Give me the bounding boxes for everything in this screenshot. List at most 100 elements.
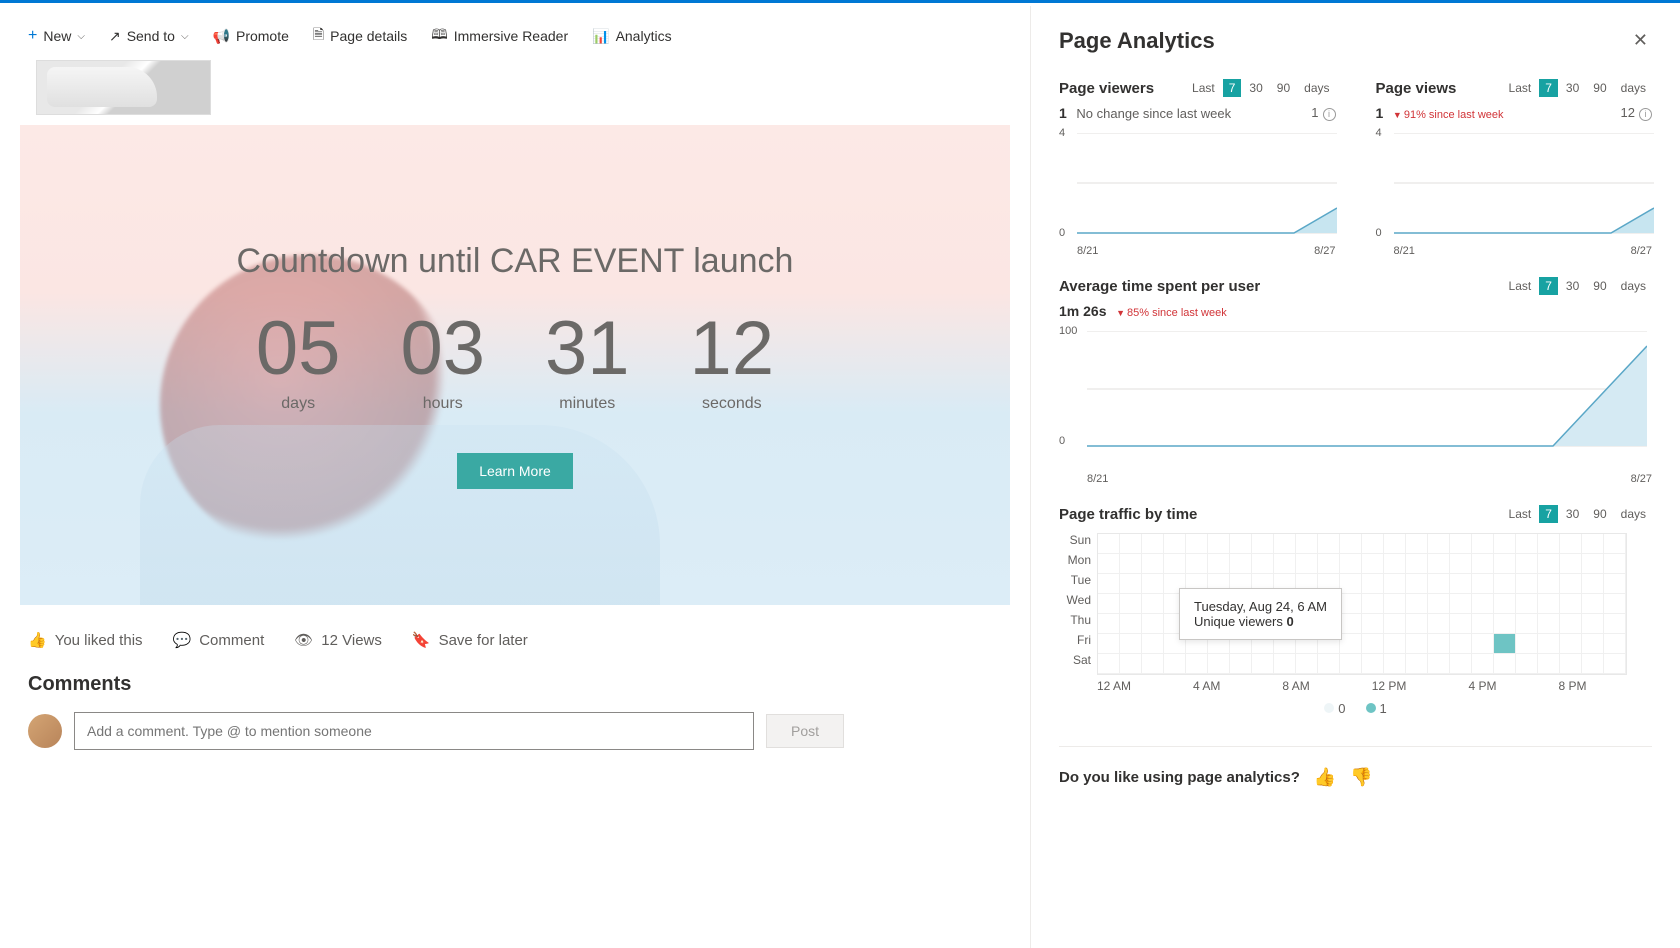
- heatmap-cell[interactable]: [1340, 654, 1362, 674]
- heatmap-cell[interactable]: [1582, 574, 1604, 594]
- heatmap-cell[interactable]: [1340, 534, 1362, 554]
- heatmap-cell[interactable]: [1362, 534, 1384, 554]
- heatmap-cell[interactable]: [1186, 654, 1208, 674]
- heatmap-cell[interactable]: [1428, 594, 1450, 614]
- thumbs-down-icon[interactable]: 👎: [1350, 767, 1372, 788]
- heatmap-cell[interactable]: [1362, 554, 1384, 574]
- comment-button[interactable]: 💬 Comment: [173, 631, 265, 649]
- heatmap-cell[interactable]: [1538, 634, 1560, 654]
- heatmap-cell[interactable]: [1120, 614, 1142, 634]
- heatmap-cell[interactable]: [1340, 554, 1362, 574]
- range-30[interactable]: 30: [1560, 277, 1585, 295]
- heatmap-cell[interactable]: [1142, 574, 1164, 594]
- heatmap-cell[interactable]: [1604, 534, 1626, 554]
- range-30[interactable]: 30: [1560, 505, 1585, 523]
- range-30[interactable]: 30: [1243, 79, 1268, 97]
- heatmap-cell[interactable]: [1582, 614, 1604, 634]
- heatmap-cell[interactable]: [1516, 634, 1538, 654]
- car-thumbnail[interactable]: [36, 60, 211, 115]
- heatmap-cell[interactable]: [1186, 554, 1208, 574]
- heatmap-cell[interactable]: [1494, 654, 1516, 674]
- heatmap-cell[interactable]: [1142, 594, 1164, 614]
- heatmap-cell[interactable]: [1494, 554, 1516, 574]
- heatmap-cell[interactable]: [1516, 574, 1538, 594]
- heatmap-cell[interactable]: [1186, 534, 1208, 554]
- heatmap-cell[interactable]: [1362, 594, 1384, 614]
- heatmap-cell[interactable]: [1362, 574, 1384, 594]
- heatmap-cell[interactable]: [1142, 634, 1164, 654]
- heatmap-cell[interactable]: [1098, 534, 1120, 554]
- page-details-button[interactable]: 🗎 Page details: [313, 24, 407, 48]
- info-icon[interactable]: i: [1323, 108, 1336, 121]
- heatmap-cell[interactable]: [1406, 534, 1428, 554]
- heatmap-cell[interactable]: [1538, 534, 1560, 554]
- learn-more-button[interactable]: Learn More: [457, 453, 573, 489]
- heatmap-cell[interactable]: [1582, 594, 1604, 614]
- heatmap-cell[interactable]: [1472, 614, 1494, 634]
- heatmap-cell[interactable]: [1384, 594, 1406, 614]
- send-to-button[interactable]: ↗ Send to ⌵: [109, 28, 189, 45]
- heatmap-cell[interactable]: [1098, 614, 1120, 634]
- heatmap-cell[interactable]: [1120, 554, 1142, 574]
- heatmap-cell[interactable]: [1406, 654, 1428, 674]
- heatmap-cell[interactable]: [1340, 574, 1362, 594]
- thumbs-up-icon[interactable]: 👍: [1314, 767, 1336, 788]
- heatmap-cell[interactable]: [1362, 634, 1384, 654]
- heatmap-cell[interactable]: [1318, 554, 1340, 574]
- heatmap-cell[interactable]: [1252, 654, 1274, 674]
- heatmap-cell[interactable]: [1318, 534, 1340, 554]
- heatmap-cell[interactable]: [1098, 634, 1120, 654]
- heatmap-cell[interactable]: [1582, 534, 1604, 554]
- heatmap-cell[interactable]: [1472, 574, 1494, 594]
- heatmap-cell[interactable]: [1560, 654, 1582, 674]
- heatmap-cell[interactable]: [1120, 534, 1142, 554]
- heatmap-cell[interactable]: [1494, 634, 1516, 654]
- heatmap-cell[interactable]: [1494, 594, 1516, 614]
- heatmap-cell[interactable]: [1098, 654, 1120, 674]
- heatmap-cell[interactable]: [1340, 634, 1362, 654]
- heatmap-cell[interactable]: [1538, 594, 1560, 614]
- heatmap-cell[interactable]: [1098, 594, 1120, 614]
- range-90[interactable]: 90: [1587, 79, 1612, 97]
- heatmap-cell[interactable]: [1252, 534, 1274, 554]
- heatmap-cell[interactable]: [1340, 614, 1362, 634]
- heatmap-cell[interactable]: [1428, 534, 1450, 554]
- heatmap-cell[interactable]: [1604, 634, 1626, 654]
- heatmap-cell[interactable]: [1604, 594, 1626, 614]
- heatmap-cell[interactable]: [1428, 574, 1450, 594]
- range-7[interactable]: 7: [1223, 79, 1242, 97]
- range-7[interactable]: 7: [1539, 79, 1558, 97]
- immersive-reader-button[interactable]: 🕮 Immersive Reader: [431, 24, 568, 48]
- heatmap-cell[interactable]: [1428, 634, 1450, 654]
- heatmap-cell[interactable]: [1406, 554, 1428, 574]
- heatmap-cell[interactable]: [1120, 634, 1142, 654]
- range-7[interactable]: 7: [1539, 277, 1558, 295]
- heatmap-cell[interactable]: [1604, 654, 1626, 674]
- heatmap-cell[interactable]: [1450, 594, 1472, 614]
- heatmap-cell[interactable]: [1274, 554, 1296, 574]
- heatmap-cell[interactable]: [1560, 634, 1582, 654]
- heatmap-cell[interactable]: [1164, 554, 1186, 574]
- heatmap-cell[interactable]: [1230, 654, 1252, 674]
- heatmap-cell[interactable]: [1406, 594, 1428, 614]
- heatmap-cell[interactable]: [1120, 654, 1142, 674]
- heatmap-cell[interactable]: [1274, 534, 1296, 554]
- heatmap-grid[interactable]: [1097, 533, 1627, 675]
- range-90[interactable]: 90: [1587, 277, 1612, 295]
- heatmap-cell[interactable]: [1362, 654, 1384, 674]
- heatmap-cell[interactable]: [1296, 654, 1318, 674]
- heatmap-cell[interactable]: [1560, 614, 1582, 634]
- close-icon[interactable]: ✕: [1629, 26, 1652, 55]
- heatmap-cell[interactable]: [1450, 634, 1472, 654]
- heatmap-cell[interactable]: [1384, 554, 1406, 574]
- heatmap-cell[interactable]: [1318, 654, 1340, 674]
- heatmap-cell[interactable]: [1142, 654, 1164, 674]
- avatar[interactable]: [28, 714, 62, 748]
- new-button[interactable]: + New ⌵: [28, 27, 85, 45]
- heatmap-cell[interactable]: [1450, 574, 1472, 594]
- heatmap-cell[interactable]: [1538, 614, 1560, 634]
- save-button[interactable]: 🔖 Save for later: [412, 631, 528, 649]
- heatmap-cell[interactable]: [1098, 574, 1120, 594]
- heatmap-cell[interactable]: [1384, 574, 1406, 594]
- heatmap-cell[interactable]: [1230, 554, 1252, 574]
